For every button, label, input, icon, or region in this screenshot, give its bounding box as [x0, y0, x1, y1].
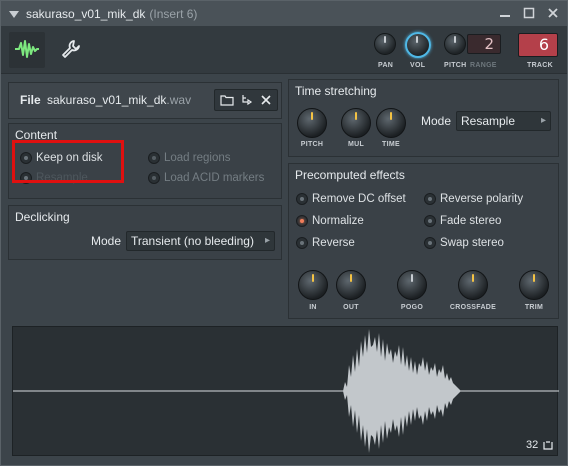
- radio-dot: [424, 237, 436, 249]
- trim-label: TRIM: [524, 304, 544, 311]
- sampler-settings-window: sakuraso_v01_mik_dk (Insert 6) PAN VOL P…: [0, 0, 568, 466]
- vol-label: VOL: [410, 62, 426, 69]
- pogo-label: POGO: [400, 304, 424, 311]
- trim-knob[interactable]: [519, 270, 549, 300]
- chevron-right-icon: ▸: [540, 115, 546, 126]
- waveform-icon: [13, 39, 41, 62]
- wrench-icon: [60, 38, 82, 63]
- waveform-graph: [13, 329, 559, 453]
- radio-dot: [148, 152, 160, 164]
- in-label: IN: [309, 304, 317, 311]
- precomputed-title: Precomputed effects: [295, 168, 405, 182]
- file-name: sakuraso_v01_mik_dk.wav: [47, 93, 191, 107]
- declick-mode-label: Mode: [91, 234, 122, 248]
- chevron-right-icon: ▸: [264, 235, 270, 246]
- out-label: OUT: [343, 304, 359, 311]
- reverse-label: Reverse: [312, 237, 355, 249]
- title-bar[interactable]: sakuraso_v01_mik_dk (Insert 6): [1, 1, 567, 26]
- swap-stereo-label: Swap stereo: [440, 237, 504, 249]
- stretch-time-knob[interactable]: [376, 108, 406, 138]
- reverse-option[interactable]: Reverse: [296, 237, 355, 249]
- maximize-button[interactable]: [521, 5, 537, 21]
- stretch-time-label: TIME: [382, 141, 400, 148]
- annotation-highlight-box: [12, 140, 124, 183]
- radio-dot: [424, 193, 436, 205]
- in-knob[interactable]: [298, 270, 328, 300]
- window-subtitle: (Insert 6): [149, 6, 198, 21]
- crossfade-knob[interactable]: [458, 270, 488, 300]
- radio-dot: [296, 193, 308, 205]
- load-regions-label: Load regions: [164, 152, 231, 164]
- waveform-display[interactable]: [12, 326, 559, 456]
- load-acid-markers-label: Load ACID markers: [164, 172, 265, 184]
- radio-dot: [424, 215, 436, 227]
- clear-file-button[interactable]: [255, 89, 277, 111]
- track-label: TRACK: [527, 62, 553, 69]
- stretch-mul-knob[interactable]: [341, 108, 371, 138]
- volume-knob[interactable]: [405, 32, 431, 58]
- out-knob[interactable]: [336, 270, 366, 300]
- load-regions-option: Load regions: [148, 152, 231, 164]
- radio-dot: [296, 237, 308, 249]
- file-panel: File sakuraso_v01_mik_dk.wav: [8, 82, 282, 119]
- declick-mode-value: Transient (no bleeding): [131, 234, 254, 248]
- title-menu-arrow-icon[interactable]: [6, 6, 22, 22]
- stretch-pitch-label: PITCH: [300, 141, 324, 148]
- stretch-mode-value: Resample: [461, 114, 516, 128]
- pogo-knob[interactable]: [397, 270, 427, 300]
- minimize-button[interactable]: [497, 5, 513, 21]
- range-label: RANGE: [470, 62, 497, 69]
- stretch-mode-label: Mode: [421, 114, 452, 128]
- file-label: File: [20, 93, 41, 107]
- pitch-range-display[interactable]: 2: [467, 34, 501, 54]
- zoom-level-value: 32: [526, 439, 539, 451]
- mixer-track-display[interactable]: 6: [518, 33, 558, 57]
- pan-knob[interactable]: [374, 33, 396, 55]
- sampler-tab[interactable]: [9, 32, 45, 68]
- file-name-text: sakuraso_v01_mik_dk: [47, 93, 167, 107]
- normalize-label: Normalize: [312, 215, 364, 227]
- normalize-option[interactable]: Normalize: [296, 215, 364, 227]
- radio-dot: [148, 172, 160, 184]
- stretch-pitch-knob[interactable]: [297, 108, 327, 138]
- declick-mode-select[interactable]: Transient (no bleeding) ▸: [126, 231, 275, 251]
- time-stretching-title: Time stretching: [295, 84, 377, 98]
- settings-tab[interactable]: [53, 32, 89, 68]
- radio-dot: [296, 215, 308, 227]
- pan-label: PAN: [378, 62, 394, 69]
- pitch-label: PITCH: [444, 62, 467, 69]
- open-folder-button[interactable]: [216, 89, 238, 111]
- reverse-polarity-label: Reverse polarity: [440, 193, 524, 205]
- close-button[interactable]: [545, 5, 561, 21]
- reverse-polarity-option[interactable]: Reverse polarity: [424, 193, 523, 205]
- stretch-mul-label: MUL: [347, 141, 365, 148]
- remove-dc-offset-label: Remove DC offset: [312, 193, 406, 205]
- load-acid-markers-option: Load ACID markers: [148, 172, 264, 184]
- window-title: sakuraso_v01_mik_dk: [26, 6, 146, 21]
- declicking-title: Declicking: [15, 210, 70, 224]
- fade-stereo-label: Fade stereo: [440, 215, 502, 227]
- pitch-knob[interactable]: [444, 33, 466, 55]
- remove-dc-offset-option[interactable]: Remove DC offset: [296, 193, 406, 205]
- stretch-mode-select[interactable]: Resample ▸: [456, 111, 551, 131]
- fade-stereo-option[interactable]: Fade stereo: [424, 215, 501, 227]
- file-ext: .wav: [166, 93, 192, 107]
- crossfade-label: CROSSFADE: [449, 304, 497, 311]
- swap-stereo-option[interactable]: Swap stereo: [424, 237, 504, 249]
- fit-view-icon[interactable]: [542, 439, 554, 451]
